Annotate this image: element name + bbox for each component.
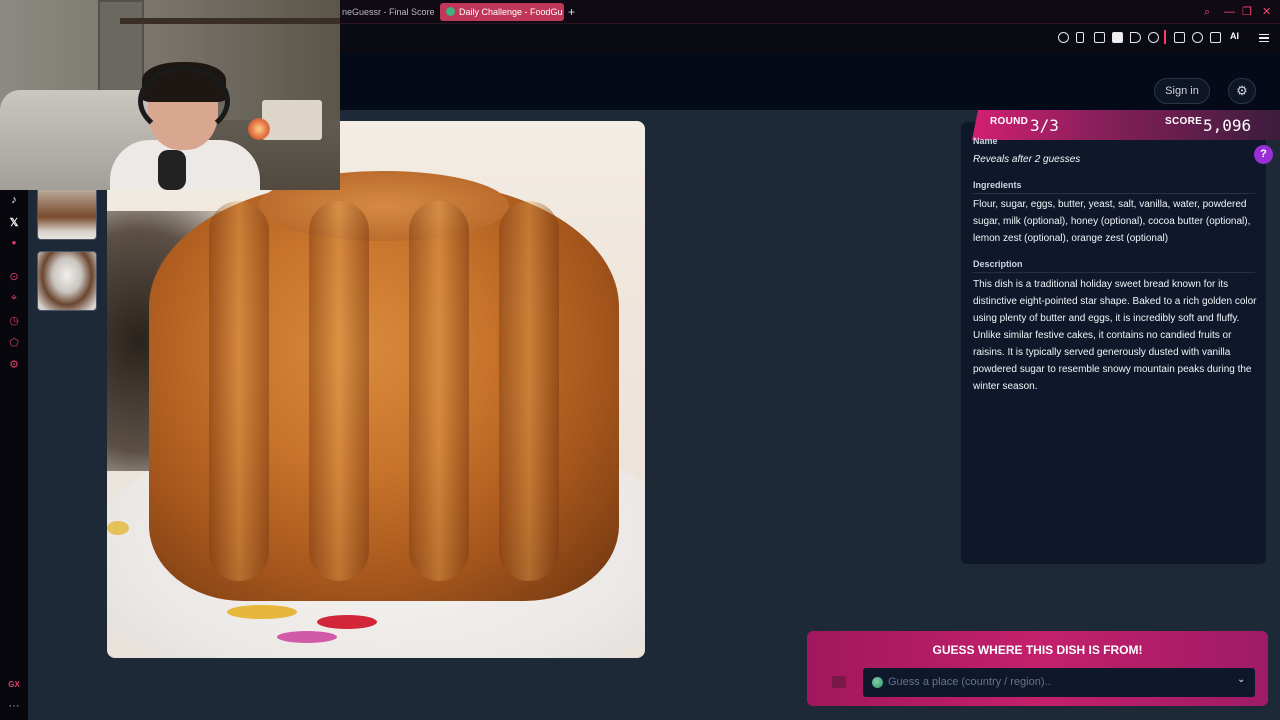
settings-sidebar-icon[interactable]: ⚙ bbox=[0, 358, 28, 371]
dish-photo bbox=[107, 121, 645, 658]
download-icon[interactable] bbox=[1210, 32, 1221, 43]
shield-icon[interactable] bbox=[1112, 32, 1123, 43]
ingredients-value: Flour, sugar, eggs, butter, yeast, salt,… bbox=[973, 199, 1251, 244]
extensions-sidebar-icon[interactable]: ⬠ bbox=[0, 336, 28, 349]
microphone bbox=[158, 150, 186, 190]
x-icon[interactable]: 𝕏 bbox=[0, 216, 28, 229]
pin-icon[interactable]: ⌖ bbox=[0, 292, 28, 305]
guess-placeholder: Guess a place (country / region).. bbox=[888, 676, 1051, 688]
tab-final-score[interactable]: neGuessr - Final Score bbox=[336, 3, 436, 21]
name-value: Reveals after 2 guesses bbox=[973, 154, 1081, 165]
tab-label: Daily Challenge - FoodGu bbox=[459, 7, 563, 17]
hint-icon[interactable] bbox=[832, 676, 846, 688]
globe-icon bbox=[872, 677, 883, 688]
name-label: Name bbox=[973, 136, 998, 146]
tab-daily-challenge[interactable]: Daily Challenge - FoodGu bbox=[440, 3, 564, 21]
gx-icon[interactable]: GX bbox=[0, 680, 28, 689]
snapshot-icon[interactable] bbox=[1094, 32, 1105, 43]
music-icon[interactable]: ● bbox=[0, 238, 28, 247]
dish-thumbnail-1[interactable] bbox=[37, 190, 97, 240]
guess-title: GUESS WHERE THIS DISH IS FROM! bbox=[932, 643, 1143, 657]
profile-icon[interactable] bbox=[1192, 32, 1203, 43]
divider bbox=[973, 193, 1255, 194]
webcam-overlay bbox=[0, 0, 340, 190]
pandoro-cake bbox=[149, 171, 619, 601]
heart-icon[interactable] bbox=[1148, 32, 1159, 43]
description-label: Description bbox=[973, 259, 1023, 269]
extensions-icon[interactable] bbox=[1174, 32, 1185, 43]
more-icon[interactable]: ··· bbox=[0, 700, 28, 712]
divider bbox=[973, 272, 1255, 273]
toolbar-divider bbox=[1164, 30, 1166, 44]
round-label: ROUND bbox=[990, 116, 1029, 127]
gear-icon[interactable]: ⚙ bbox=[1228, 78, 1256, 104]
round-value: 3/3 bbox=[1030, 116, 1059, 135]
sign-in-button[interactable]: Sign in bbox=[1154, 78, 1210, 104]
chevron-down-icon[interactable]: ⌄ bbox=[1237, 674, 1245, 685]
bookmark-icon[interactable] bbox=[1076, 32, 1084, 43]
player-icon[interactable]: ⊙ bbox=[0, 270, 28, 283]
restore-icon[interactable]: ❐ bbox=[1242, 4, 1252, 20]
tab-label: neGuessr - Final Score bbox=[342, 7, 435, 17]
description-value: This dish is a traditional holiday sweet… bbox=[973, 279, 1257, 392]
zoom-icon[interactable] bbox=[1058, 32, 1069, 43]
play-icon[interactable] bbox=[1130, 32, 1141, 43]
score-label: SCORE bbox=[1165, 116, 1203, 127]
score-value: 5,096 bbox=[1203, 116, 1252, 135]
tiktok-icon[interactable]: ♪ bbox=[0, 194, 28, 206]
menu-icon[interactable] bbox=[1259, 34, 1269, 42]
new-tab-button[interactable]: + bbox=[568, 3, 575, 21]
close-icon[interactable]: ✕ bbox=[1262, 4, 1271, 20]
globe-icon bbox=[446, 7, 455, 16]
search-icon[interactable]: ⌕ bbox=[1204, 4, 1210, 20]
history-icon[interactable]: ◷ bbox=[0, 314, 28, 327]
browser-sidebar: ♪ 𝕏 ● ⊙ ⌖ ◷ ⬠ ⚙ GX ··· bbox=[0, 190, 28, 720]
ai-button[interactable]: AI bbox=[1230, 31, 1239, 41]
dish-thumbnail-2[interactable] bbox=[37, 251, 97, 311]
minimize-icon[interactable]: — bbox=[1224, 4, 1235, 20]
ingredients-label: Ingredients bbox=[973, 180, 1022, 190]
